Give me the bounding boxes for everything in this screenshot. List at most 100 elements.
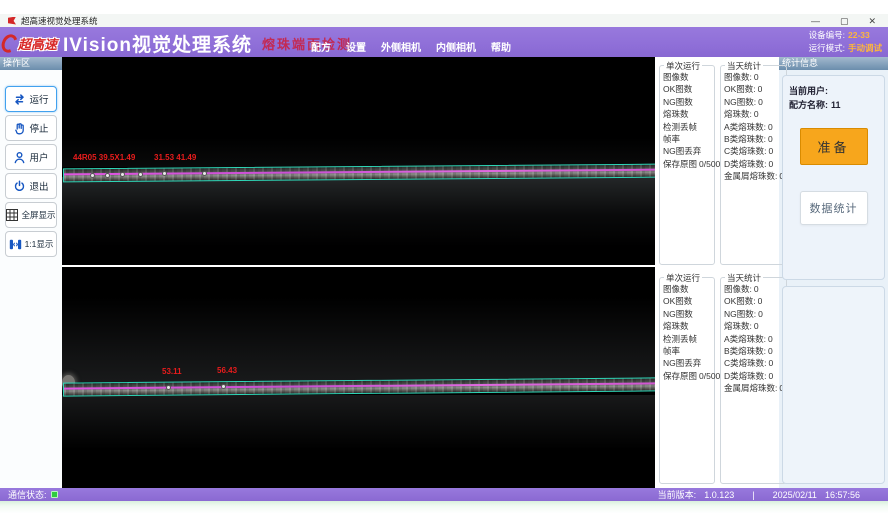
camera-views: 44R05 39.5X1.49 31.53 41.49 53.11 bbox=[62, 57, 655, 488]
stop-button[interactable]: 停止 bbox=[5, 115, 57, 141]
measurement-annotation: 56.43 bbox=[217, 366, 237, 375]
version-info: 当前版本: 1.0.123 | 2025/02/11 16:57:56 bbox=[658, 488, 860, 501]
single-run-title: 单次运行 bbox=[664, 272, 702, 284]
stat-row: B类熔珠数:0 bbox=[724, 347, 784, 356]
stat-row: 金属屑熔珠数:0 bbox=[724, 384, 784, 393]
stat-row: OK图数:0 bbox=[724, 297, 784, 306]
device-id-value: 22-33 bbox=[848, 30, 870, 40]
metal-strip bbox=[63, 164, 655, 183]
detection-marker bbox=[120, 172, 125, 177]
version-label: 当前版本: bbox=[658, 488, 697, 501]
statistics-column: 单次运行 图像数 OK图数 NG图数 熔珠数 检测丢帧 帧率 NG图丢弃 保存原… bbox=[655, 57, 779, 488]
outer-camera-stats: 单次运行 图像数 OK图数 NG图数 熔珠数 检测丢帧 帧率 NG图丢弃 保存原… bbox=[655, 57, 779, 269]
single-run-title: 单次运行 bbox=[664, 60, 702, 72]
stat-row: 帧率 bbox=[663, 347, 712, 356]
stat-row: 检测丢帧 bbox=[663, 335, 712, 344]
metal-strip bbox=[63, 377, 655, 396]
stat-row: 熔珠数:0 bbox=[724, 322, 784, 331]
power-icon bbox=[13, 180, 26, 193]
menu-help[interactable]: 帮助 bbox=[491, 39, 511, 54]
device-id-label: 设备编号: bbox=[809, 30, 845, 40]
stat-row: A类熔珠数:0 bbox=[724, 335, 784, 344]
camera-light-band bbox=[62, 297, 655, 382]
measurement-annotation: 53.11 bbox=[162, 367, 182, 376]
detection-marker bbox=[202, 171, 207, 176]
fullscreen-button[interactable]: 全屏显示 bbox=[5, 202, 57, 228]
stat-row: 图像数 bbox=[663, 285, 712, 294]
one-to-one-button-label: 1:1显示 bbox=[25, 238, 54, 250]
stat-row: 图像数:0 bbox=[724, 285, 784, 294]
app-logo-icon bbox=[8, 17, 16, 25]
menu-settings[interactable]: 设置 bbox=[346, 39, 366, 54]
stop-button-label: 停止 bbox=[29, 121, 48, 135]
main-menu: 配方 设置 外侧相机 内侧相机 帮助 bbox=[311, 39, 511, 54]
stat-row: NG图丢弃 bbox=[663, 147, 712, 156]
close-icon[interactable]: ✕ bbox=[868, 16, 876, 26]
run-mode-label: 运行模式: bbox=[809, 43, 845, 53]
single-run-groupbox: 单次运行 图像数 OK图数 NG图数 熔珠数 检测丢帧 帧率 NG图丢弃 保存原… bbox=[659, 65, 715, 265]
stat-row: 熔珠数 bbox=[663, 322, 712, 331]
stat-row: C类熔珠数:0 bbox=[724, 147, 784, 156]
hand-stop-icon bbox=[13, 122, 26, 135]
single-run-groupbox: 单次运行 图像数 OK图数 NG图数 熔珠数 检测丢帧 帧率 NG图丢弃 保存原… bbox=[659, 277, 715, 484]
maximize-icon[interactable]: ▢ bbox=[840, 16, 849, 26]
operation-sidebar: 操作区 运行 停止 用户 退出 bbox=[0, 57, 62, 488]
menu-inner-camera[interactable]: 内侧相机 bbox=[436, 39, 476, 54]
stat-row: NG图数:0 bbox=[724, 98, 784, 107]
detection-marker bbox=[166, 385, 171, 390]
exit-button-label: 退出 bbox=[29, 179, 48, 193]
stat-row: 帧率 bbox=[663, 135, 712, 144]
app-title: IVision视觉处理系统 bbox=[63, 30, 252, 57]
current-user-row: 当前用户: bbox=[789, 84, 878, 98]
info-groupbox: 当前用户: 配方名称:11 准备 数据统计 bbox=[782, 75, 885, 280]
menu-recipe[interactable]: 配方 bbox=[311, 39, 331, 54]
brand-logo: 超高速 IVision视觉处理系统 熔珠端面检测 bbox=[2, 30, 352, 57]
run-button[interactable]: 运行 bbox=[5, 86, 57, 112]
menu-outer-camera[interactable]: 外侧相机 bbox=[381, 39, 421, 54]
app-window: 超高速视觉处理系统 — ▢ ✕ 超高速 IVision视觉处理系统 熔珠端面检测… bbox=[0, 0, 888, 522]
grid-icon bbox=[6, 209, 18, 221]
detection-marker bbox=[105, 173, 110, 178]
daily-stats-title: 当天统计 bbox=[725, 272, 763, 284]
main-content: 操作区 运行 停止 用户 退出 bbox=[0, 57, 888, 488]
camera-light-band bbox=[62, 395, 655, 450]
stat-row: OK图数 bbox=[663, 85, 712, 94]
data-stats-button[interactable]: 数据统计 bbox=[800, 191, 868, 225]
detection-marker bbox=[138, 172, 143, 177]
stat-row: NG图数:0 bbox=[724, 310, 784, 319]
run-cycle-icon bbox=[13, 93, 26, 106]
stat-row: 图像数 bbox=[663, 73, 712, 82]
stat-row: 熔珠数 bbox=[663, 110, 712, 119]
comm-status-label: 通信状态: bbox=[8, 488, 47, 501]
daily-stats-title: 当天统计 bbox=[725, 60, 763, 72]
prepare-button[interactable]: 准备 bbox=[800, 128, 868, 165]
date-value: 2025/02/11 bbox=[773, 490, 817, 500]
exit-button[interactable]: 退出 bbox=[5, 173, 57, 199]
stat-row: 检测丢帧 bbox=[663, 123, 712, 132]
status-bar: 通信状态: 当前版本: 1.0.123 | 2025/02/11 16:57:5… bbox=[0, 488, 888, 501]
camera-light-band bbox=[62, 177, 655, 247]
info-panel-title: 统计信息 bbox=[779, 57, 888, 70]
user-button[interactable]: 用户 bbox=[5, 144, 57, 170]
recipe-row: 配方名称:11 bbox=[789, 98, 878, 112]
minimize-icon[interactable]: — bbox=[811, 16, 820, 26]
comm-status-led bbox=[51, 491, 58, 498]
camera-light-band bbox=[62, 137, 655, 167]
stat-row: 保存原图0/500 bbox=[663, 372, 712, 381]
time-value: 16:57:56 bbox=[825, 490, 860, 500]
stat-row: 保存原图0/500 bbox=[663, 160, 712, 169]
stat-row: B类熔珠数:0 bbox=[724, 135, 784, 144]
stat-row: OK图数 bbox=[663, 297, 712, 306]
app-header: 超高速 IVision视觉处理系统 熔珠端面检测 配方 设置 外侧相机 内侧相机… bbox=[0, 27, 888, 57]
desktop-background bbox=[0, 501, 888, 522]
outer-camera-view: 44R05 39.5X1.49 31.53 41.49 bbox=[62, 57, 655, 265]
info-groupbox-empty bbox=[782, 286, 885, 484]
stat-row: 熔珠数:0 bbox=[724, 110, 784, 119]
brand-logo-text: 超高速 bbox=[18, 34, 57, 53]
one-to-one-button[interactable]: 1:1显示 bbox=[5, 231, 57, 257]
stat-row: 图像数:0 bbox=[724, 73, 784, 82]
fullscreen-button-label: 全屏显示 bbox=[21, 209, 55, 221]
measurement-annotation: 31.53 41.49 bbox=[154, 153, 196, 162]
run-mode-value: 手动调试 bbox=[848, 43, 882, 53]
device-info: 设备编号:22-33 运行模式:手动调试 bbox=[809, 29, 882, 55]
